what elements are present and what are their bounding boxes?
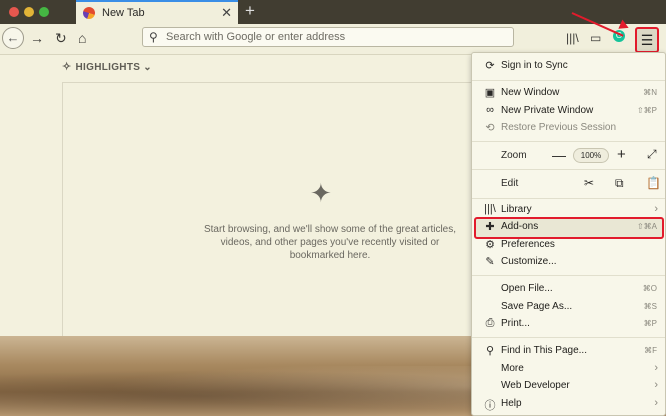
edit-controls: Edit ✂ ⧉ 📋	[472, 173, 666, 195]
highlights-label: HIGHLIGHTS	[75, 62, 141, 73]
shortcut-label: ⇧⌘A	[636, 222, 657, 231]
reload-button[interactable]: ↻	[55, 29, 67, 47]
menu-item-find[interactable]: ⚲ Find in This Page... ⌘F	[472, 343, 666, 360]
nav-toolbar: ← → ↻ ⌂ ⚲ Search with Google or enter ad…	[0, 24, 666, 55]
empty-state-text: Start browsing, and we'll show some of t…	[203, 224, 457, 261]
zoom-in-button[interactable]: +	[617, 146, 626, 163]
zoom-window-button[interactable]	[39, 7, 49, 17]
menu-item-label: Open File...	[501, 283, 553, 294]
divider	[472, 141, 665, 142]
printer-icon: ⎙	[485, 317, 495, 329]
chevron-right-icon: ›	[654, 362, 658, 374]
sparkle-icon: ✧	[62, 61, 72, 73]
menu-item-label: Save Page As...	[501, 301, 573, 312]
menu-item-restore-session: ⟲ Restore Previous Session	[472, 120, 666, 137]
menu-item-label: New Private Window	[501, 105, 594, 116]
search-icon: ⚲	[149, 30, 158, 44]
menu-item-label: New Window	[501, 87, 560, 98]
menu-item-label: Help	[501, 398, 522, 409]
zoom-level-button[interactable]: 100%	[573, 148, 609, 163]
firefox-icon	[83, 7, 95, 19]
edit-label: Edit	[501, 178, 519, 189]
highlights-header[interactable]: ✧ HIGHLIGHTS ⌄	[62, 60, 152, 73]
menu-item-preferences[interactable]: ⚙ Preferences	[472, 237, 666, 254]
menu-item-label: Library	[501, 204, 532, 215]
new-tab-button[interactable]: +	[245, 1, 255, 21]
sync-icon: ⟳	[485, 60, 495, 72]
shortcut-label: ⌘S	[643, 302, 657, 311]
divider	[472, 337, 665, 338]
divider	[472, 80, 665, 81]
menu-item-label: Web Developer	[501, 380, 570, 391]
menu-item-open-file[interactable]: Open File... ⌘O	[472, 281, 666, 298]
chevron-down-icon: ⌄	[143, 62, 152, 73]
close-tab-icon[interactable]: ✕	[221, 5, 232, 21]
minimize-window-button[interactable]	[24, 7, 34, 17]
chevron-right-icon: ›	[654, 379, 658, 391]
menu-item-web-developer[interactable]: Web Developer ›	[472, 378, 666, 395]
close-window-button[interactable]	[9, 7, 19, 17]
private-mask-icon: ∞	[486, 104, 494, 116]
fullscreen-icon[interactable]: ⤢	[647, 147, 657, 162]
shortcut-label: ⌘N	[643, 88, 657, 97]
menu-item-label: Restore Previous Session	[501, 122, 617, 133]
menu-item-sign-in[interactable]: ⟳ Sign in to Sync	[472, 58, 666, 75]
open-menu-button[interactable]: ☰	[635, 27, 659, 53]
address-bar[interactable]: ⚲ Search with Google or enter address	[142, 27, 514, 47]
address-bar-placeholder: Search with Google or enter address	[166, 31, 346, 43]
sparkle-large-icon: ✦	[310, 178, 332, 208]
menu-item-new-window[interactable]: ▣ New Window ⌘N	[472, 85, 666, 102]
zoom-label: Zoom	[501, 150, 527, 161]
puzzle-piece-icon: ✚	[485, 221, 495, 233]
menu-item-customize[interactable]: ✎ Customize...	[472, 254, 666, 271]
back-button[interactable]: ←	[2, 27, 24, 49]
new-window-icon: ▣	[484, 87, 496, 99]
highlights-panel	[62, 82, 474, 336]
chevron-right-icon: ›	[654, 397, 658, 409]
tab-title: New Tab	[102, 7, 145, 19]
home-icon[interactable]: ⌂	[78, 29, 86, 47]
menu-item-save-page[interactable]: Save Page As... ⌘S	[472, 299, 666, 316]
help-icon: ⓘ	[484, 400, 496, 412]
zoom-out-button[interactable]: —	[552, 147, 566, 163]
divider	[472, 275, 665, 276]
menu-item-help[interactable]: ⓘ Help ›	[472, 396, 666, 413]
forward-button[interactable]: →	[30, 29, 44, 47]
menu-item-label: Find in This Page...	[501, 345, 587, 356]
copy-icon[interactable]: ⧉	[615, 176, 624, 191]
app-menu-panel: ⟳ Sign in to Sync ▣ New Window ⌘N ∞ New …	[471, 52, 666, 416]
menu-item-new-private-window[interactable]: ∞ New Private Window ⇧⌘P	[472, 103, 666, 120]
menu-item-label: Preferences	[501, 239, 555, 250]
paste-icon[interactable]: 📋	[646, 176, 661, 190]
menu-item-label: Add-ons	[501, 221, 539, 232]
zoom-controls: Zoom — 100% + ⤢	[472, 145, 666, 167]
menu-item-label: More	[501, 363, 524, 374]
menu-item-more[interactable]: More ›	[472, 361, 666, 378]
library-icon[interactable]: |||\	[566, 29, 579, 47]
menu-item-addons[interactable]: ✚ Add-ons ⇧⌘A	[472, 219, 666, 236]
library-icon: |||\	[484, 203, 496, 215]
paintbrush-icon: ✎	[485, 256, 495, 268]
menu-item-label: Print...	[501, 318, 530, 329]
gear-icon: ⚙	[485, 239, 495, 251]
shortcut-label: ⌘P	[643, 319, 657, 328]
menu-item-label: Customize...	[501, 256, 557, 267]
menu-item-label: Sign in to Sync	[501, 60, 568, 71]
sidebar-icon[interactable]: ▭	[590, 29, 601, 47]
search-icon: ⚲	[485, 345, 495, 357]
restore-icon: ⟲	[485, 122, 495, 134]
cut-icon[interactable]: ✂	[584, 176, 594, 190]
divider	[472, 198, 665, 199]
menu-item-print[interactable]: ⎙ Print... ⌘P	[472, 316, 666, 333]
shortcut-label: ⌘F	[644, 346, 657, 355]
shortcut-label: ⇧⌘P	[636, 106, 657, 115]
shortcut-label: ⌘O	[642, 284, 657, 293]
tab-bar: New Tab ✕ +	[0, 0, 666, 25]
tab-new-tab[interactable]: New Tab ✕	[76, 0, 238, 25]
chevron-right-icon: ›	[654, 203, 658, 215]
divider	[472, 169, 665, 170]
